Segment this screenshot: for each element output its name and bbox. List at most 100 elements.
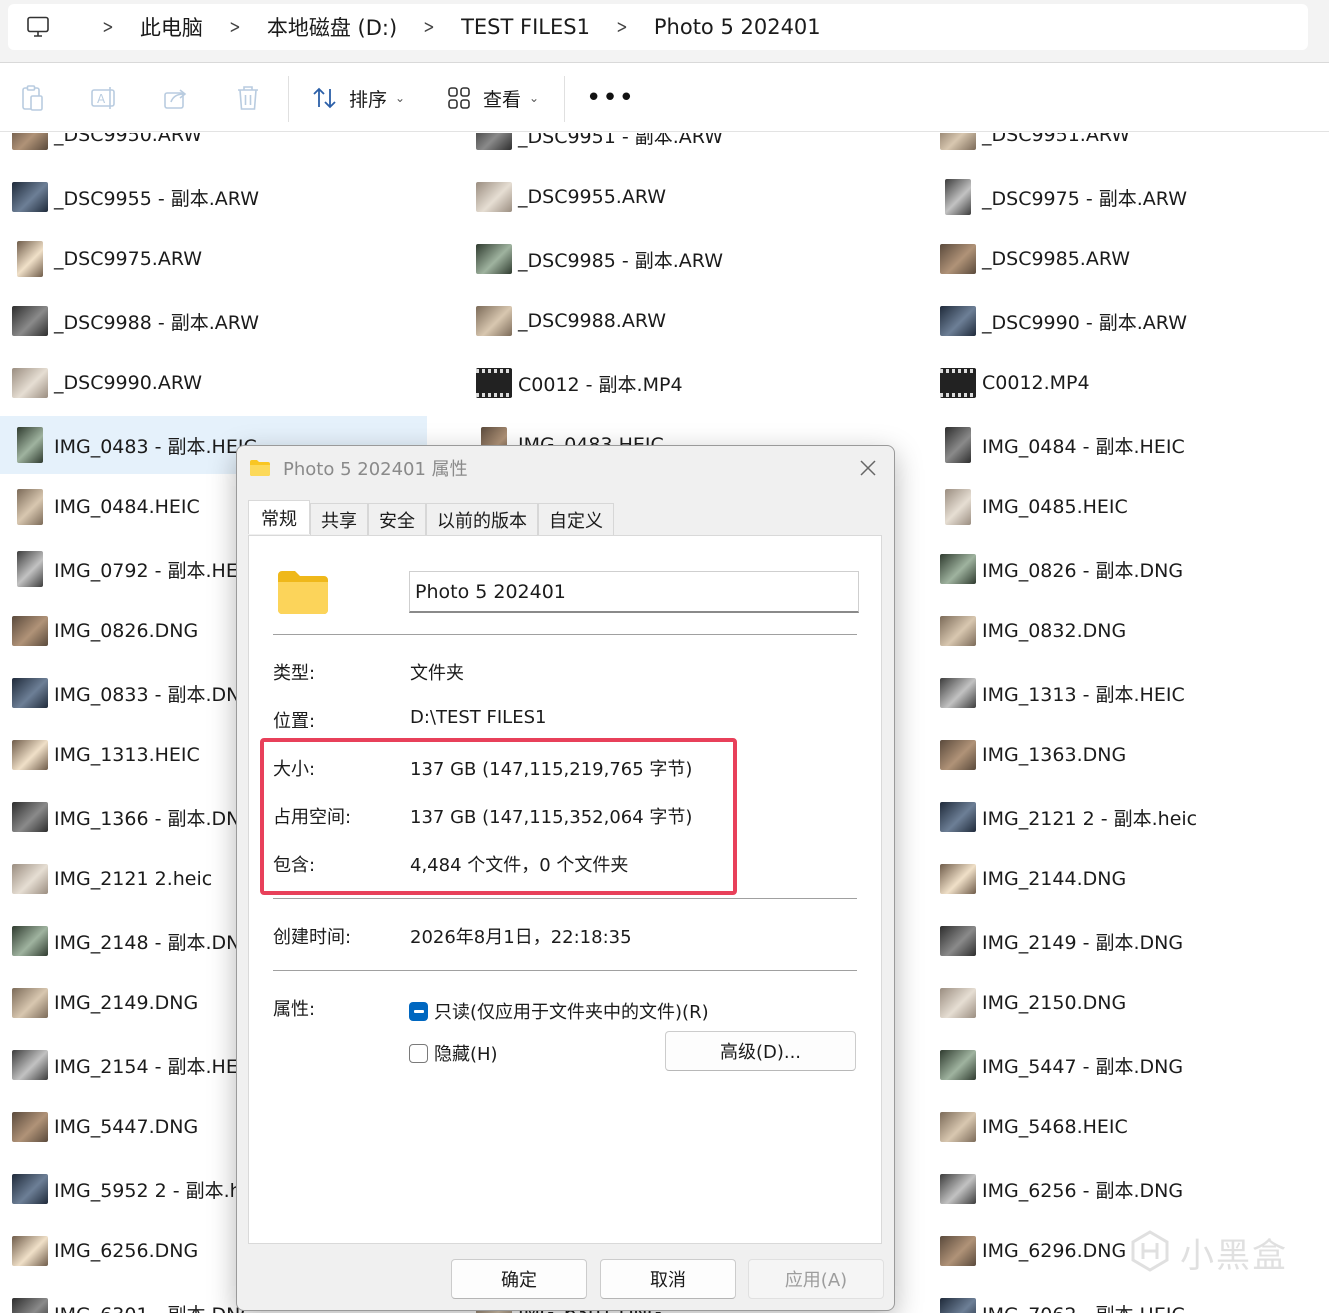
tab-customize[interactable]: 自定义	[538, 503, 614, 535]
file-name: IMG_2150.DNG	[982, 992, 1127, 1014]
advanced-button[interactable]: 高级(D)...	[665, 1031, 856, 1071]
file-item[interactable]: _DSC9975.ARW	[0, 230, 430, 288]
general-panel: 类型: 文件夹 位置: D:\TEST FILES1 大小: 137 GB (1…	[248, 535, 882, 1244]
file-name: _DSC9951.ARW	[982, 133, 1131, 146]
file-item[interactable]: IMG_2150.DNG	[928, 974, 1329, 1032]
close-icon[interactable]	[856, 456, 880, 480]
file-item[interactable]: IMG_1363.DNG	[928, 726, 1329, 784]
breadcrumb-current-folder[interactable]: Photo 5 202401	[654, 15, 821, 39]
file-item[interactable]: IMG_2144.DNG	[928, 850, 1329, 908]
file-item[interactable]: IMG_0832.DNG	[928, 602, 1329, 660]
tab-security[interactable]: 安全	[368, 503, 426, 535]
breadcrumb-test-files[interactable]: TEST FILES1	[461, 15, 590, 39]
breadcrumb-separator-icon[interactable]: >	[424, 16, 435, 38]
file-item[interactable]: C0012 - 副本.MP4	[464, 354, 894, 412]
breadcrumb-separator-icon[interactable]: >	[229, 16, 240, 38]
type-value: 文件夹	[410, 663, 464, 684]
file-name: _DSC9975 - 副本.ARW	[982, 187, 1188, 210]
ok-button[interactable]: 确定	[451, 1259, 587, 1299]
file-item[interactable]: IMG_6256 - 副本.DNG	[928, 1160, 1329, 1218]
divider	[273, 898, 857, 899]
file-thumbnail-icon	[12, 133, 48, 150]
location-value: D:\TEST FILES1	[410, 707, 547, 728]
file-item[interactable]: IMG_7062 - 副本.HEIC	[928, 1284, 1329, 1313]
view-button[interactable]: 查看 ⌄	[445, 82, 539, 114]
file-thumbnail-icon	[940, 740, 976, 770]
folder-name-input[interactable]	[409, 571, 859, 613]
file-thumbnail-icon	[940, 554, 976, 584]
readonly-checkbox[interactable]: 只读(仅应用于文件夹中的文件)(R)	[409, 998, 709, 1024]
sort-label: 排序	[349, 88, 388, 111]
file-name: IMG_5447 - 副本.DNG	[982, 1055, 1184, 1078]
apply-button[interactable]: 应用(A)	[748, 1259, 884, 1299]
file-item[interactable]: C0012.MP4	[928, 354, 1329, 412]
file-thumbnail-icon	[476, 306, 512, 336]
file-name: _DSC9951 - 副本.ARW	[518, 133, 724, 148]
dialog-title: Photo 5 202401 属性	[283, 459, 468, 480]
svg-text:A: A	[97, 92, 106, 106]
file-item[interactable]: IMG_5468.HEIC	[928, 1098, 1329, 1156]
file-item[interactable]: _DSC9985.ARW	[928, 230, 1329, 288]
file-item[interactable]: IMG_0485.HEIC	[928, 478, 1329, 536]
file-name: C0012.MP4	[982, 372, 1090, 394]
file-thumbnail-icon	[12, 926, 48, 956]
paste-icon[interactable]	[18, 84, 46, 112]
file-item[interactable]: _DSC9951.ARW	[928, 133, 1329, 164]
file-name: _DSC9985.ARW	[982, 248, 1131, 270]
file-name: IMG_2148 - 副本.DNG	[54, 931, 256, 954]
rename-icon[interactable]: A	[90, 84, 118, 112]
file-thumbnail-icon	[940, 1298, 976, 1313]
file-item[interactable]: IMG_2121 2 - 副本.heic	[928, 788, 1329, 846]
file-thumbnail-icon	[940, 1174, 976, 1204]
file-item[interactable]: _DSC9951 - 副本.ARW	[464, 133, 894, 164]
delete-icon[interactable]	[234, 84, 262, 112]
file-item[interactable]: _DSC9955 - 副本.ARW	[0, 168, 430, 226]
file-item[interactable]: _DSC9985 - 副本.ARW	[464, 230, 894, 288]
file-thumbnail-icon	[476, 133, 512, 150]
file-thumbnail-icon	[940, 368, 976, 398]
file-item[interactable]: _DSC9990.ARW	[0, 354, 430, 412]
file-item[interactable]: IMG_2149 - 副本.DNG	[928, 912, 1329, 970]
checkbox-unchecked-icon[interactable]	[409, 1043, 428, 1063]
file-thumbnail-icon	[12, 1112, 48, 1142]
tab-sharing[interactable]: 共享	[310, 503, 368, 535]
watermark: 小黑盒	[1128, 1228, 1288, 1277]
file-thumbnail-icon	[12, 740, 48, 770]
sort-button[interactable]: 排序 ⌄	[311, 82, 405, 114]
file-item[interactable]: IMG_1313 - 副本.HEIC	[928, 664, 1329, 722]
file-item[interactable]: IMG_5447 - 副本.DNG	[928, 1036, 1329, 1094]
file-thumbnail-icon	[12, 1050, 48, 1080]
file-thumbnail-icon	[945, 427, 971, 463]
file-item[interactable]: IMG_0826 - 副本.DNG	[928, 540, 1329, 598]
file-item[interactable]: _DSC9975 - 副本.ARW	[928, 168, 1329, 226]
file-item[interactable]: _DSC9990 - 副本.ARW	[928, 292, 1329, 350]
breadcrumb-separator-icon[interactable]: >	[102, 16, 113, 38]
breadcrumb-local-disk[interactable]: 本地磁盘 (D:)	[267, 12, 397, 42]
this-pc-icon[interactable]	[24, 13, 52, 41]
file-item[interactable]: _DSC9950.ARW	[0, 133, 430, 164]
file-name: IMG_2154 - 副本.HEIC	[54, 1055, 257, 1078]
divider	[273, 634, 857, 635]
file-thumbnail-icon	[940, 1236, 976, 1266]
highlight-box	[260, 738, 737, 895]
breadcrumb-separator-icon[interactable]: >	[616, 16, 627, 38]
file-name: IMG_0833 - 副本.DNG	[54, 683, 256, 706]
tab-general[interactable]: 常规	[248, 500, 310, 534]
file-name: IMG_6256.DNG	[54, 1240, 199, 1262]
breadcrumb-this-pc[interactable]: 此电脑	[140, 12, 203, 42]
file-item[interactable]: IMG_0484 - 副本.HEIC	[928, 416, 1329, 474]
file-name: IMG_6256 - 副本.DNG	[982, 1179, 1184, 1202]
address-bar[interactable]: > 此电脑 > 本地磁盘 (D:) > TEST FILES1 > Photo …	[8, 4, 1308, 50]
file-item[interactable]: _DSC9988 - 副本.ARW	[0, 292, 430, 350]
file-item[interactable]: _DSC9988.ARW	[464, 292, 894, 350]
cancel-button[interactable]: 取消	[600, 1259, 736, 1299]
more-options-icon[interactable]: •••	[586, 85, 635, 111]
tab-previous-versions[interactable]: 以前的版本	[426, 503, 538, 535]
file-name: _DSC9988.ARW	[518, 310, 667, 332]
checkbox-indeterminate-icon[interactable]	[409, 1001, 428, 1021]
file-item[interactable]: _DSC9955.ARW	[464, 168, 894, 226]
location-label: 位置:	[273, 711, 316, 732]
share-icon[interactable]	[162, 84, 190, 112]
dialog-title-bar[interactable]: Photo 5 202401 属性	[237, 446, 894, 490]
hidden-checkbox[interactable]: 隐藏(H)	[409, 1040, 498, 1066]
